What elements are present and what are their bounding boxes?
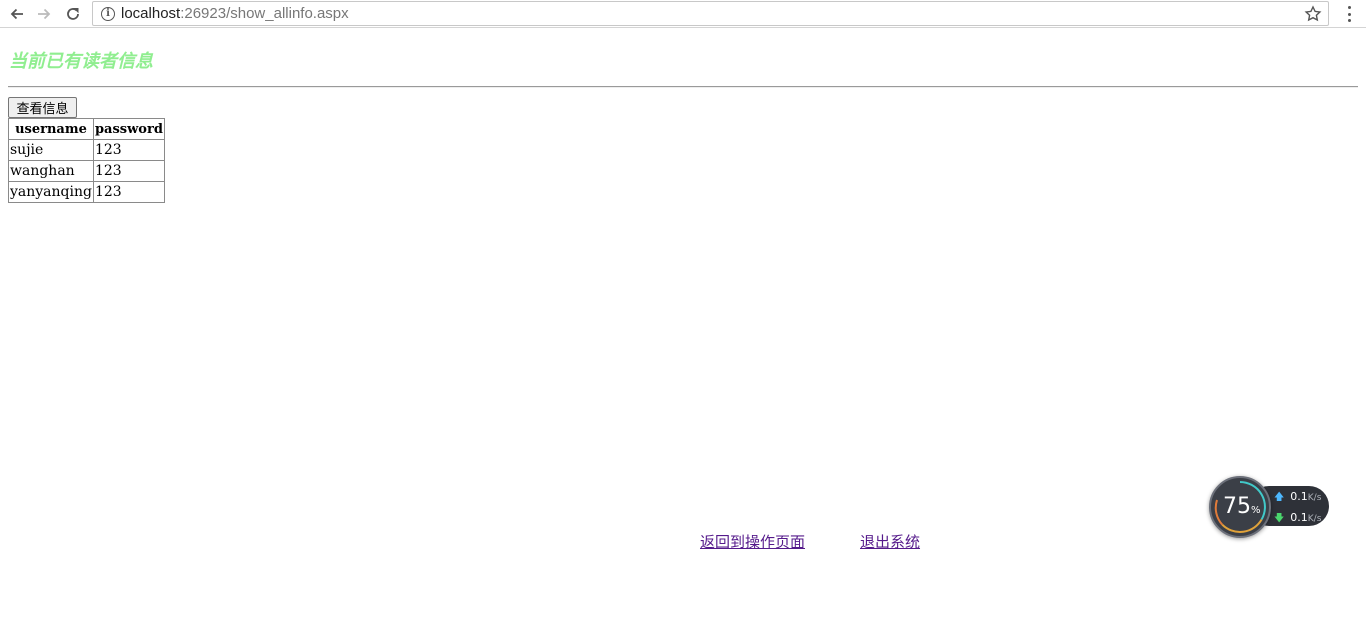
browser-toolbar: i localhost:26923/show_allinfo.aspx: [0, 0, 1366, 28]
star-icon[interactable]: [1304, 5, 1322, 23]
table-row: yanyanqing 123: [8, 181, 165, 203]
back-to-operations-link[interactable]: 返回到操作页面: [700, 531, 805, 552]
address-bar[interactable]: i localhost:26923/show_allinfo.aspx: [92, 1, 1329, 26]
table-header-row: username password: [8, 118, 165, 140]
cell-password: 123: [92, 181, 165, 203]
percent-value: 75: [1223, 494, 1251, 519]
cell-password: 123: [92, 139, 165, 161]
upload-unit: K/s: [1307, 493, 1322, 503]
info-icon[interactable]: i: [101, 7, 115, 21]
table-row: sujie 123: [8, 139, 165, 161]
cell-username: sujie: [8, 139, 94, 161]
forward-arrow-icon: [38, 8, 51, 20]
header-password: password: [92, 118, 165, 140]
url-host: localhost: [121, 5, 181, 22]
table-row: wanghan 123: [8, 160, 165, 182]
url-path: :26923/show_allinfo.aspx: [180, 5, 349, 22]
exit-system-link[interactable]: 退出系统: [860, 531, 920, 552]
menu-icon[interactable]: [1341, 5, 1357, 23]
download-value: 0.1: [1290, 511, 1308, 524]
forward-button[interactable]: [33, 3, 55, 25]
cell-username: yanyanqing: [8, 181, 94, 203]
download-arrow-icon: 🡇: [1274, 513, 1285, 524]
upload-value: 0.1: [1290, 490, 1308, 503]
reload-icon: [67, 8, 79, 20]
download-unit: K/s: [1307, 514, 1322, 524]
header-username: username: [8, 118, 94, 140]
view-info-button[interactable]: 查看信息: [8, 97, 77, 118]
page-title: 当前已有读者信息: [9, 51, 153, 72]
upload-arrow-icon: 🡅: [1274, 492, 1285, 503]
back-arrow-icon: [10, 8, 23, 20]
url-text[interactable]: localhost:26923/show_allinfo.aspx: [121, 5, 349, 22]
percent-unit: %: [1251, 505, 1261, 516]
cell-username: wanghan: [8, 160, 94, 182]
download-rate: 🡇 0.1K/s: [1274, 511, 1321, 528]
usage-percent: 75%: [1223, 494, 1261, 519]
divider: [8, 86, 1358, 88]
readers-table: username password sujie 123 wanghan 123 …: [8, 118, 165, 203]
reload-button[interactable]: [62, 3, 84, 25]
network-speed-widget[interactable]: 75% 🡅 0.1K/s 🡇 0.1K/s: [1209, 476, 1329, 538]
memory-dial: 75%: [1209, 476, 1271, 538]
cell-password: 123: [92, 160, 165, 182]
upload-rate: 🡅 0.1K/s: [1274, 490, 1321, 507]
back-button[interactable]: [6, 3, 28, 25]
